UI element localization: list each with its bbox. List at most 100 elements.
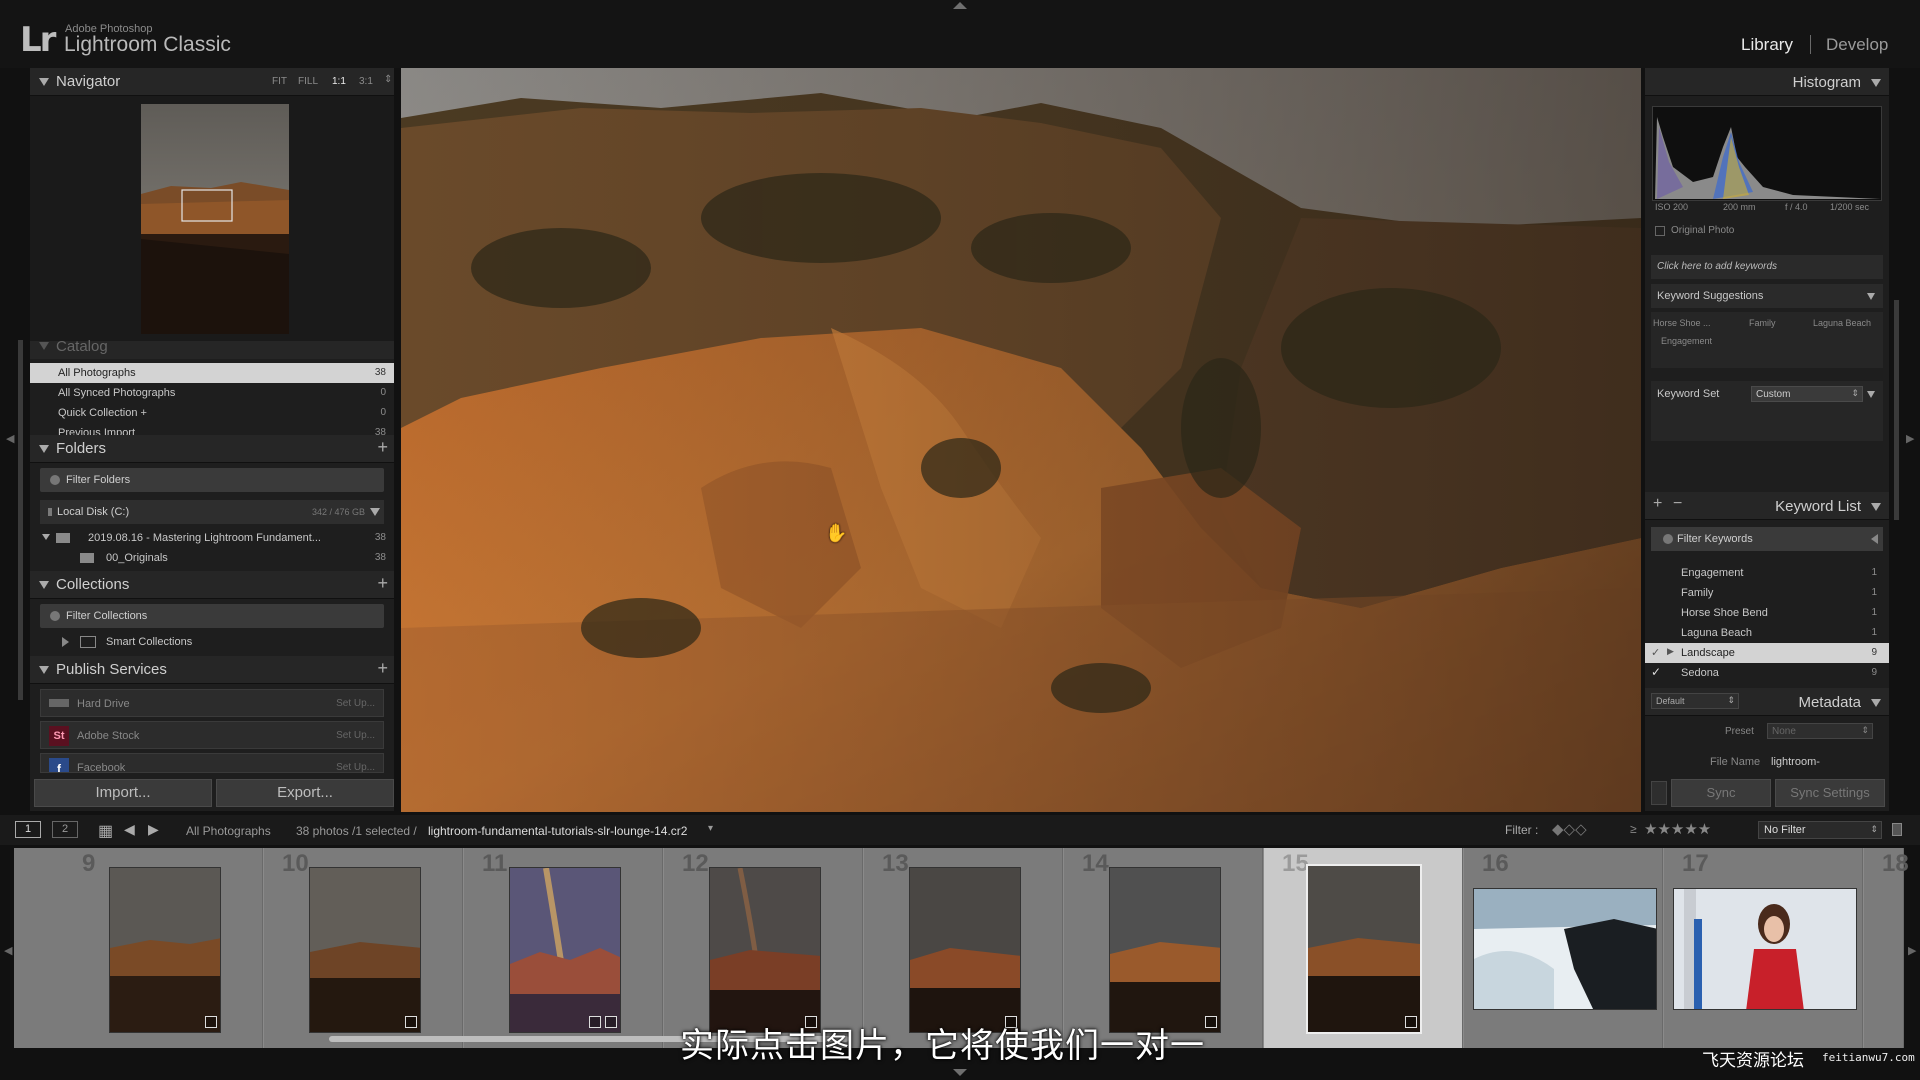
preset-dropdown[interactable]: None ⇕ (1767, 723, 1873, 739)
filmstrip-cell[interactable]: 10 (264, 848, 463, 1048)
zoom-fill[interactable]: FILL (298, 76, 318, 87)
filmstrip-thumbnail[interactable] (509, 867, 621, 1033)
folder-item[interactable]: 2019.08.16 - Mastering Lightroom Fundame… (30, 528, 394, 548)
histogram-graph[interactable] (1652, 106, 1882, 201)
filmstrip-cell[interactable]: 16 (1464, 848, 1663, 1048)
suggestion[interactable]: Horse Shoe ... (1653, 318, 1711, 328)
filmstrip-source[interactable]: All Photographs (186, 824, 271, 838)
navigator-thumbnail[interactable] (141, 104, 289, 334)
previous-photo-icon[interactable]: ◀ (124, 821, 135, 838)
rating-operator[interactable]: ≥ (1630, 822, 1637, 836)
grid-view-icon[interactable]: ▦ (98, 821, 113, 841)
suggestion[interactable]: Laguna Beach (1813, 318, 1871, 328)
flag-filter-icons[interactable]: ◆◇◇ (1552, 820, 1587, 838)
filter-collections-input[interactable]: Filter Collections (40, 604, 384, 628)
collections-header[interactable]: Collections + (30, 571, 394, 599)
filmstrip-cell[interactable]: 17 (1664, 848, 1863, 1048)
add-keywords-input[interactable]: Click here to add keywords (1651, 255, 1883, 279)
filmstrip-thumbnail[interactable] (1473, 888, 1657, 1010)
remove-keyword-button[interactable]: − (1673, 495, 1682, 513)
filmstrip-thumbnail[interactable] (1306, 864, 1422, 1034)
collapse-bottom-panel-arrow[interactable] (953, 1069, 967, 1076)
metadata-header[interactable]: Default ⇕ Metadata (1645, 688, 1889, 716)
keyword-suggestions-header[interactable]: Keyword Suggestions (1651, 284, 1883, 308)
filmstrip-cell[interactable]: 18 (1864, 848, 1909, 1048)
keyword-item[interactable]: ✓ Sedona 9 (1645, 663, 1889, 683)
main-window-button[interactable]: 1 (15, 821, 41, 838)
collapse-right-panel-icon[interactable]: ▶ (1906, 432, 1914, 445)
filter-preset-dropdown[interactable]: No Filter ⇕ (1758, 821, 1882, 839)
auto-sync-switch[interactable] (1651, 781, 1667, 805)
filmstrip-thumbnail[interactable] (1673, 888, 1857, 1010)
collapse-icon[interactable] (1871, 534, 1878, 544)
filmstrip-thumbnail[interactable] (309, 867, 421, 1033)
publish-services-header[interactable]: Publish Services + (30, 656, 394, 684)
module-develop[interactable]: Develop (1826, 35, 1888, 55)
publish-hard-drive[interactable]: Hard Drive Set Up... (40, 689, 384, 717)
keyword-list-header[interactable]: + − Keyword List (1645, 492, 1889, 520)
zoom-3-1[interactable]: 3:1 (359, 76, 373, 87)
filmstrip-cell[interactable]: 11 (464, 848, 663, 1048)
add-folder-button[interactable]: + (377, 437, 388, 458)
import-button[interactable]: Import... (34, 779, 212, 807)
filmstrip-cell-selected[interactable]: 15 (1264, 848, 1463, 1048)
suggestion[interactable]: Family (1749, 318, 1776, 328)
filmstrip-scroll-right-icon[interactable]: ▶ (1908, 944, 1916, 957)
keyword-item-selected[interactable]: ✓ ▶ Landscape 9 (1645, 643, 1889, 663)
keyword-item[interactable]: Engagement 1 (1645, 563, 1889, 583)
folders-header[interactable]: Folders + (30, 435, 394, 463)
sync-settings-button[interactable]: Sync Settings (1775, 779, 1885, 807)
left-panel-scrollbar[interactable] (18, 340, 23, 700)
filter-switch[interactable] (1892, 823, 1902, 836)
catalog-header[interactable]: Catalog (30, 338, 394, 359)
filmstrip-thumbnail[interactable] (109, 867, 221, 1033)
file-name-value[interactable]: lightroom- (1771, 756, 1820, 768)
add-keyword-button[interactable]: + (1653, 495, 1662, 513)
suggestion[interactable]: Engagement (1661, 336, 1712, 346)
filmstrip-thumbnail[interactable] (1109, 867, 1221, 1033)
disk-menu-icon[interactable] (370, 508, 380, 516)
module-library[interactable]: Library (1741, 35, 1793, 55)
add-publish-service-button[interactable]: + (377, 658, 388, 679)
local-disk-row[interactable]: Local Disk (C:) 342 / 476 GB (40, 500, 384, 524)
collapse-left-panel-icon[interactable]: ◀ (6, 432, 14, 445)
checkmark-icon[interactable]: ✓ (1651, 665, 1661, 679)
loupe-view-image[interactable]: ✋ (401, 68, 1641, 812)
histogram-header[interactable]: Histogram (1645, 68, 1889, 96)
right-panel-scrollbar[interactable] (1894, 300, 1899, 520)
zoom-1-1[interactable]: 1:1 (332, 76, 346, 87)
filmstrip-scroll-left-icon[interactable]: ◀ (4, 944, 12, 957)
zoom-stepper-icon[interactable]: ⇕ (384, 74, 392, 85)
filmstrip-thumbnail[interactable] (909, 867, 1021, 1033)
keyword-item[interactable]: Family 1 (1645, 583, 1889, 603)
next-photo-icon[interactable]: ▶ (148, 821, 159, 838)
navigator-header[interactable]: Navigator FIT FILL 1:1 3:1 ⇕ (30, 68, 394, 96)
filmstrip-thumbnail[interactable] (709, 867, 821, 1033)
metadata-preset-dropdown[interactable]: Default ⇕ (1651, 693, 1739, 709)
filmstrip-cell[interactable]: 9 (64, 848, 263, 1048)
sync-button[interactable]: Sync (1671, 779, 1771, 807)
filter-folders-input[interactable]: Filter Folders (40, 468, 384, 492)
keyword-item[interactable]: Horse Shoe Bend 1 (1645, 603, 1889, 623)
disclosure-triangle-icon[interactable] (1867, 391, 1875, 398)
folder-item[interactable]: 00_Originals 38 (30, 548, 394, 568)
checkmark-icon[interactable]: ✓ (1651, 646, 1660, 659)
zoom-fit[interactable]: FIT (272, 76, 287, 87)
add-collection-button[interactable]: + (377, 573, 388, 594)
secondary-window-button[interactable]: 2 (52, 821, 78, 838)
star-rating-filter-icon[interactable]: ★★★★★ (1644, 820, 1711, 838)
publish-facebook[interactable]: f Facebook Set Up... (40, 753, 384, 773)
expand-triangle-icon[interactable]: ▶ (1667, 646, 1674, 657)
smart-collections-item[interactable]: Smart Collections (30, 632, 394, 652)
filename-dropdown-icon[interactable]: ▾ (708, 823, 713, 834)
selected-filename[interactable]: lightroom-fundamental-tutorials-slr-loun… (428, 824, 687, 838)
catalog-item-all-synced[interactable]: All Synced Photographs 0 (30, 383, 394, 403)
export-button[interactable]: Export... (216, 779, 394, 807)
catalog-item-all-photographs[interactable]: All Photographs 38 (30, 363, 394, 383)
keyword-set-dropdown[interactable]: Custom ⇕ (1751, 386, 1863, 402)
collapse-top-panel-arrow[interactable] (953, 2, 967, 9)
original-photo-checkbox[interactable] (1655, 226, 1665, 236)
publish-adobe-stock[interactable]: St Adobe Stock Set Up... (40, 721, 384, 749)
catalog-item-quick-collection[interactable]: Quick Collection + 0 (30, 403, 394, 423)
keyword-item[interactable]: Laguna Beach 1 (1645, 623, 1889, 643)
